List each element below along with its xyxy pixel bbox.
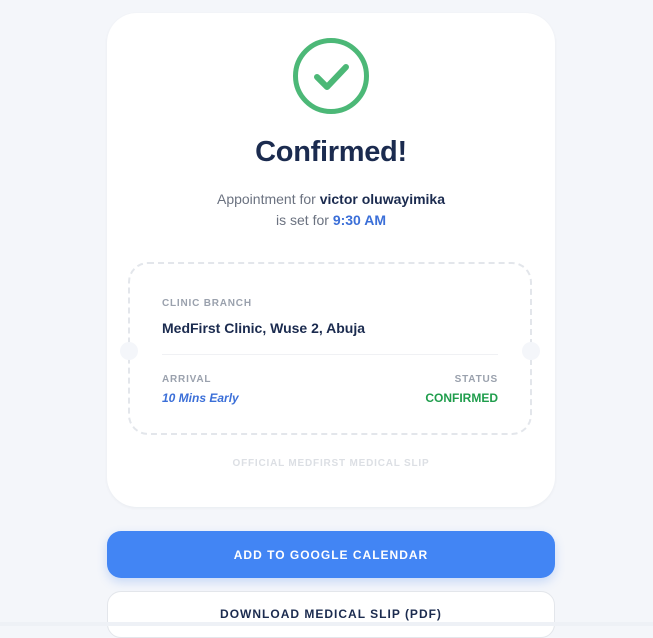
clinic-branch-label: CLINIC BRANCH [162, 298, 252, 309]
appointment-time: 9:30 AM [332, 212, 386, 228]
appointment-line-2: is set for 9:30 AM [107, 210, 555, 231]
clinic-branch-value: MedFirst Clinic, Wuse 2, Abuja [162, 320, 366, 336]
bottom-edge [0, 622, 653, 626]
appointment-prefix: Appointment for [216, 191, 320, 207]
time-prefix: is set for [276, 212, 333, 228]
slip-notch-right [522, 342, 540, 360]
status-label: STATUS [454, 374, 498, 385]
patient-name: victor oluwayimika [319, 191, 445, 207]
download-medical-slip-button[interactable]: DOWNLOAD MEDICAL SLIP (PDF) [107, 591, 555, 638]
add-to-google-calendar-button[interactable]: ADD TO GOOGLE CALENDAR [107, 531, 555, 578]
appointment-summary: Appointment for victor oluwayimika is se… [107, 189, 555, 231]
arrival-label: ARRIVAL [162, 374, 212, 385]
appointment-line-1: Appointment for victor oluwayimika [107, 189, 555, 210]
check-circle-icon [293, 38, 369, 114]
confirmation-card: Confirmed! Appointment for victor oluway… [107, 13, 555, 507]
slip-notch-left [120, 342, 138, 360]
slip-footnote: OFFICIAL MEDFIRST MEDICAL SLIP [232, 458, 430, 469]
status-badge: CONFIRMED [425, 391, 498, 405]
arrival-value: 10 Mins Early [162, 391, 239, 405]
slip-divider [162, 354, 498, 355]
medical-slip: CLINIC BRANCH MedFirst Clinic, Wuse 2, A… [120, 262, 540, 435]
confirmation-title: Confirmed! [255, 136, 407, 168]
